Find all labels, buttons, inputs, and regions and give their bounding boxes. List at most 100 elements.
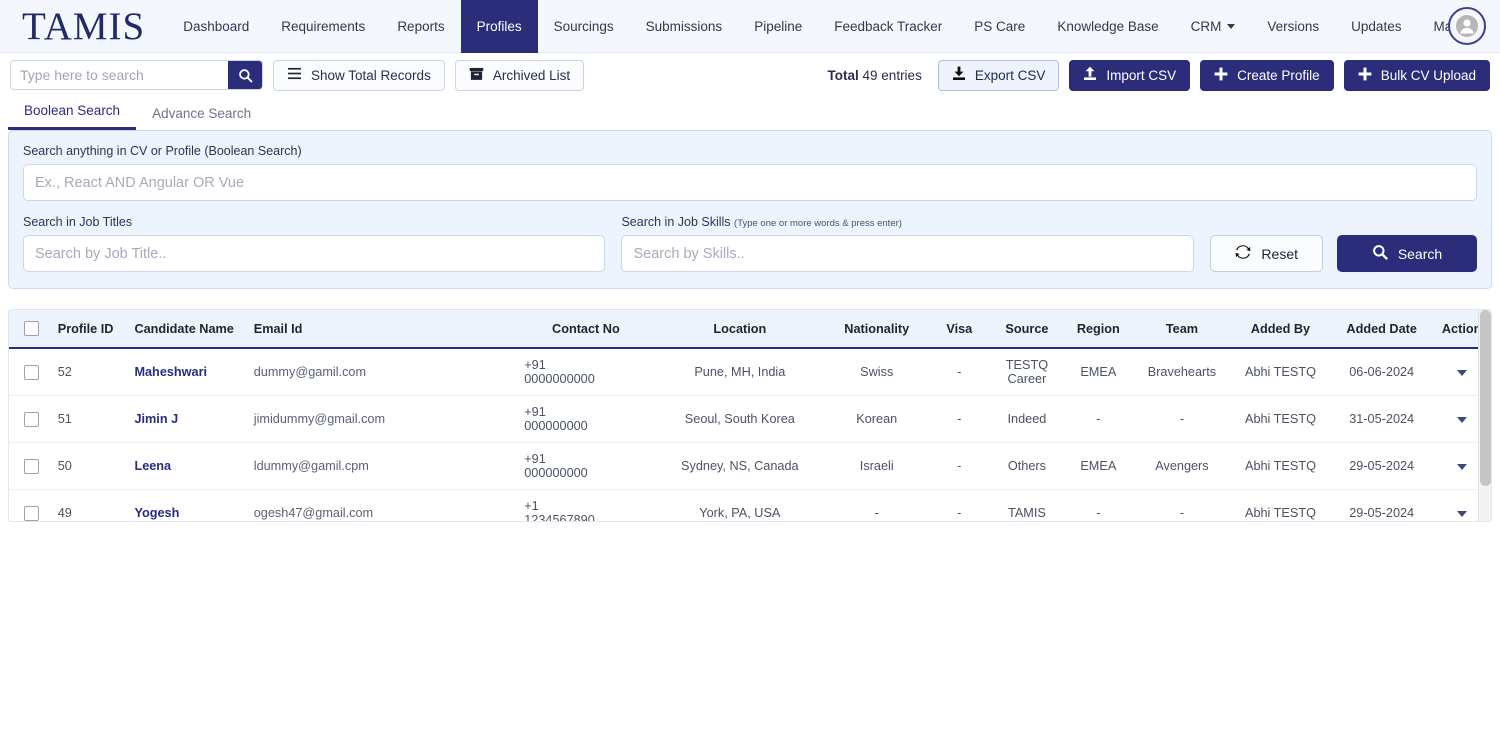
row-checkbox[interactable] <box>23 411 39 427</box>
search-icon <box>1372 244 1388 263</box>
nav-item-reports[interactable]: Reports <box>381 0 460 53</box>
job-skills-label: Search in Job Skills (Type one or more w… <box>621 215 1194 229</box>
search-button[interactable]: Search <box>1337 235 1477 272</box>
cell-region: - <box>1062 395 1134 444</box>
show-total-records-label: Show Total Records <box>311 67 431 83</box>
contact-country-code: +91 <box>524 358 546 373</box>
boolean-search-input[interactable] <box>23 164 1477 201</box>
cell-email: dummy@gamil.com <box>249 348 519 397</box>
row-checkbox-cell <box>9 395 54 444</box>
nav-item-crm[interactable]: CRM <box>1175 0 1252 53</box>
column-header-region: Region <box>1062 310 1134 350</box>
archived-list-button[interactable]: Archived List <box>454 59 585 91</box>
cell-email: ogesh47@gmail.com <box>249 489 519 521</box>
archived-list-label: Archived List <box>492 67 571 83</box>
nav-item-label: Feedback Tracker <box>834 18 943 34</box>
upload-icon <box>1083 66 1097 84</box>
archive-box-icon <box>469 67 484 84</box>
table-header: Profile ID Candidate Name Email Id Contact … <box>9 310 1491 350</box>
nav-item-dashboard[interactable]: Dashboard <box>167 0 265 53</box>
profiles-table-container: Profile ID Candidate Name Email Id Contact … <box>8 309 1492 522</box>
cell-contact-no: +91 0000000000 <box>518 348 654 397</box>
top-navbar: TAMIS Dashboard Requirements Reports Profil… <box>0 0 1500 53</box>
nav-item-ps-care[interactable]: PS Care <box>958 0 1041 53</box>
search-tabs: Boolean Search Advance Search <box>0 97 1500 130</box>
search-label: Search <box>1397 245 1443 262</box>
create-profile-button[interactable]: Create Profile <box>1200 59 1334 91</box>
tab-boolean-search[interactable]: Boolean Search <box>8 103 137 130</box>
show-total-records-button[interactable]: Show Total Records <box>273 59 445 91</box>
user-avatar-icon[interactable] <box>1448 7 1486 45</box>
nav-item-pipeline[interactable]: Pipeline <box>738 0 818 53</box>
nav-item-requirements[interactable]: Requirements <box>265 0 381 53</box>
row-checkbox-cell <box>9 442 54 491</box>
cell-profile-id: 50 <box>53 442 131 491</box>
nav-item-versions[interactable]: Versions <box>1251 0 1335 53</box>
cell-added-date: 29-05-2024 <box>1331 442 1433 491</box>
column-header-team: Team <box>1134 310 1230 350</box>
table-row[interactable]: 52 Maheshwari dummy@gamil.com +91 0000000000… <box>9 348 1491 397</box>
table-vertical-scrollbar[interactable] <box>1478 310 1491 521</box>
search-icon[interactable] <box>228 61 262 89</box>
chevron-down-icon[interactable] <box>1456 464 1467 471</box>
cell-location: Seoul, South Korea <box>653 395 827 444</box>
cell-source: Indeed <box>991 395 1063 444</box>
nav-item-profiles[interactable]: Profiles <box>460 0 538 53</box>
import-csv-button[interactable]: Import CSV <box>1069 59 1191 91</box>
nav-item-sourcings[interactable]: Sourcings <box>538 0 630 53</box>
nav-item-label: Pipeline <box>754 18 803 34</box>
cell-added-date: 06-06-2024 <box>1331 348 1433 397</box>
cell-visa: - <box>927 348 992 397</box>
table-row[interactable]: 51 Jimin Jjimidummy@gmail.com +91 000000000… <box>9 395 1491 444</box>
column-header-candidate-name: Candidate Name <box>130 310 250 350</box>
search-panel-actions: Reset Search <box>1210 235 1477 272</box>
bulk-cv-upload-button[interactable]: Bulk CV Upload <box>1343 59 1490 91</box>
nav-item-label: Profiles <box>476 18 522 34</box>
column-header-visa: Visa <box>927 310 992 350</box>
search-input[interactable] <box>11 61 228 89</box>
nav-item-feedback-tracker[interactable]: Feedback Tracker <box>818 0 958 53</box>
nav-item-label: Knowledge Base <box>1057 18 1159 34</box>
nav-item-label: Sourcings <box>553 18 614 34</box>
reset-label: Reset <box>1261 245 1298 262</box>
plus-icon <box>1358 67 1372 84</box>
select-all-checkbox[interactable] <box>23 321 39 337</box>
nav-item-knowledge-base[interactable]: Knowledge Base <box>1041 0 1174 53</box>
column-header-contact-no: Contact No <box>518 310 654 350</box>
column-header-location: Location <box>653 310 827 350</box>
chevron-down-icon[interactable] <box>1456 417 1467 424</box>
cell-added-by: Abhi TESTQ <box>1229 442 1332 491</box>
cell-candidate-name: Leena <box>130 442 250 491</box>
contact-number: 0000000000 <box>524 372 595 387</box>
row-checkbox[interactable] <box>23 505 39 521</box>
cell-nationality: - <box>826 489 928 521</box>
cell-profile-id: 52 <box>53 348 131 397</box>
table-row[interactable]: 49 Yogesh ogesh47@gmail.com +1 1234567890 Yor… <box>9 489 1491 521</box>
nav-item-submissions[interactable]: Submissions <box>630 0 739 53</box>
cell-nationality: Swiss <box>826 348 928 397</box>
row-checkbox[interactable] <box>23 458 39 474</box>
cell-location: Pune, MH, India <box>653 348 827 397</box>
row-checkbox[interactable] <box>23 364 39 380</box>
chevron-down-icon[interactable] <box>1456 370 1467 377</box>
nav-item-updates[interactable]: Updates <box>1335 0 1417 53</box>
reset-button[interactable]: Reset <box>1210 235 1323 272</box>
job-titles-label: Search in Job Titles <box>23 215 133 229</box>
nav-item-label: Dashboard <box>183 18 250 34</box>
job-titles-input[interactable] <box>23 235 606 272</box>
hamburger-icon <box>287 67 302 83</box>
table-row[interactable]: 50 Leena ldummy@gamil.cpm +91 000000000 Sydne… <box>9 442 1491 491</box>
scrollbar-thumb[interactable] <box>1480 310 1491 486</box>
cell-email: ldummy@gamil.cpm <box>249 442 519 491</box>
chevron-down-icon[interactable] <box>1456 511 1467 518</box>
download-icon <box>952 66 966 84</box>
export-csv-button[interactable]: Export CSV <box>937 59 1060 91</box>
avatar[interactable] <box>1448 7 1486 45</box>
cell-team: - <box>1134 395 1230 444</box>
job-skills-input[interactable] <box>621 235 1195 272</box>
tab-advance-search[interactable]: Advance Search <box>136 106 267 130</box>
total-label: Total <box>827 67 859 83</box>
app-logo[interactable]: TAMIS <box>0 7 167 46</box>
cell-location: Sydney, NS, Canada <box>653 442 827 491</box>
contact-number: 000000000 <box>524 419 588 434</box>
